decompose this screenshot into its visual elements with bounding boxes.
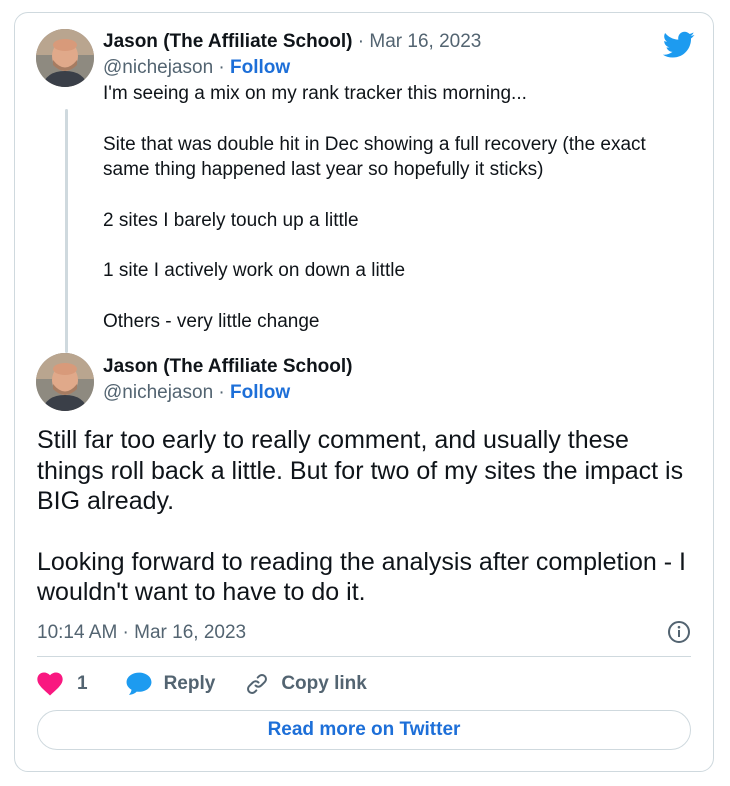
like-button[interactable]: 1	[37, 672, 88, 696]
separator-dot: ·	[357, 31, 365, 52]
reply-button[interactable]: Reply	[126, 672, 216, 696]
tweet-paragraph: I'm seeing a mix on my rank tracker this…	[103, 83, 527, 104]
main-handle-row: @nichejason · Follow	[103, 380, 290, 406]
avatar-photo	[36, 29, 94, 87]
avatar-photo	[36, 353, 94, 411]
copy-link-button[interactable]: Copy link	[245, 672, 367, 696]
info-icon[interactable]	[667, 620, 691, 644]
tweet-timestamp[interactable]: 10:14 AM · Mar 16, 2023	[37, 620, 246, 646]
read-more-button[interactable]: Read more on Twitter	[37, 710, 691, 750]
separator-dot: ·	[218, 382, 225, 403]
author-name[interactable]: Jason (The Affiliate School)	[103, 356, 353, 377]
main-author-row: Jason (The Affiliate School)	[103, 354, 353, 380]
avatar[interactable]	[36, 29, 94, 87]
quoted-handle-row: @nichejason · Follow	[103, 55, 290, 81]
divider	[37, 656, 691, 657]
tweet-paragraph: 2 sites I barely touch up a little	[103, 209, 359, 231]
link-icon	[247, 674, 268, 694]
like-count: 1	[77, 673, 88, 694]
follow-button[interactable]: Follow	[230, 57, 290, 78]
author-name[interactable]: Jason (The Affiliate School)	[103, 31, 353, 52]
separator-dot: ·	[218, 57, 225, 78]
heart-icon	[37, 672, 63, 696]
quoted-tweet-text: I'm seeing a mix on my rank tracker this…	[103, 81, 693, 334]
follow-button[interactable]: Follow	[230, 382, 290, 403]
speech-bubble-icon	[126, 672, 152, 695]
thread-connector-line	[65, 109, 68, 353]
tweet-paragraph: Site that was double hit in Dec showing …	[103, 133, 652, 181]
tweet-embed-card: Jason (The Affiliate School) · Mar 16, 2…	[14, 12, 714, 772]
avatar[interactable]	[36, 353, 94, 411]
tweet-paragraph: Others - very little change	[103, 310, 320, 332]
reply-label: Reply	[163, 673, 216, 694]
tweet-actions: 1 Reply Copy link	[37, 669, 367, 699]
main-tweet-text: Still far too early to really comment, a…	[37, 425, 697, 608]
twitter-bird-icon[interactable]	[663, 31, 695, 59]
tweet-date[interactable]: Mar 16, 2023	[369, 31, 481, 52]
author-handle[interactable]: @nichejason	[103, 382, 213, 403]
tweet-paragraph: Still far too early to really comment, a…	[37, 426, 691, 515]
quoted-author-row: Jason (The Affiliate School) · Mar 16, 2…	[103, 29, 481, 55]
copy-link-label: Copy link	[281, 673, 367, 694]
tweet-paragraph: Looking forward to reading the analysis …	[37, 547, 693, 607]
author-handle[interactable]: @nichejason	[103, 57, 213, 78]
tweet-paragraph: 1 site I actively work on down a little	[103, 260, 406, 281]
